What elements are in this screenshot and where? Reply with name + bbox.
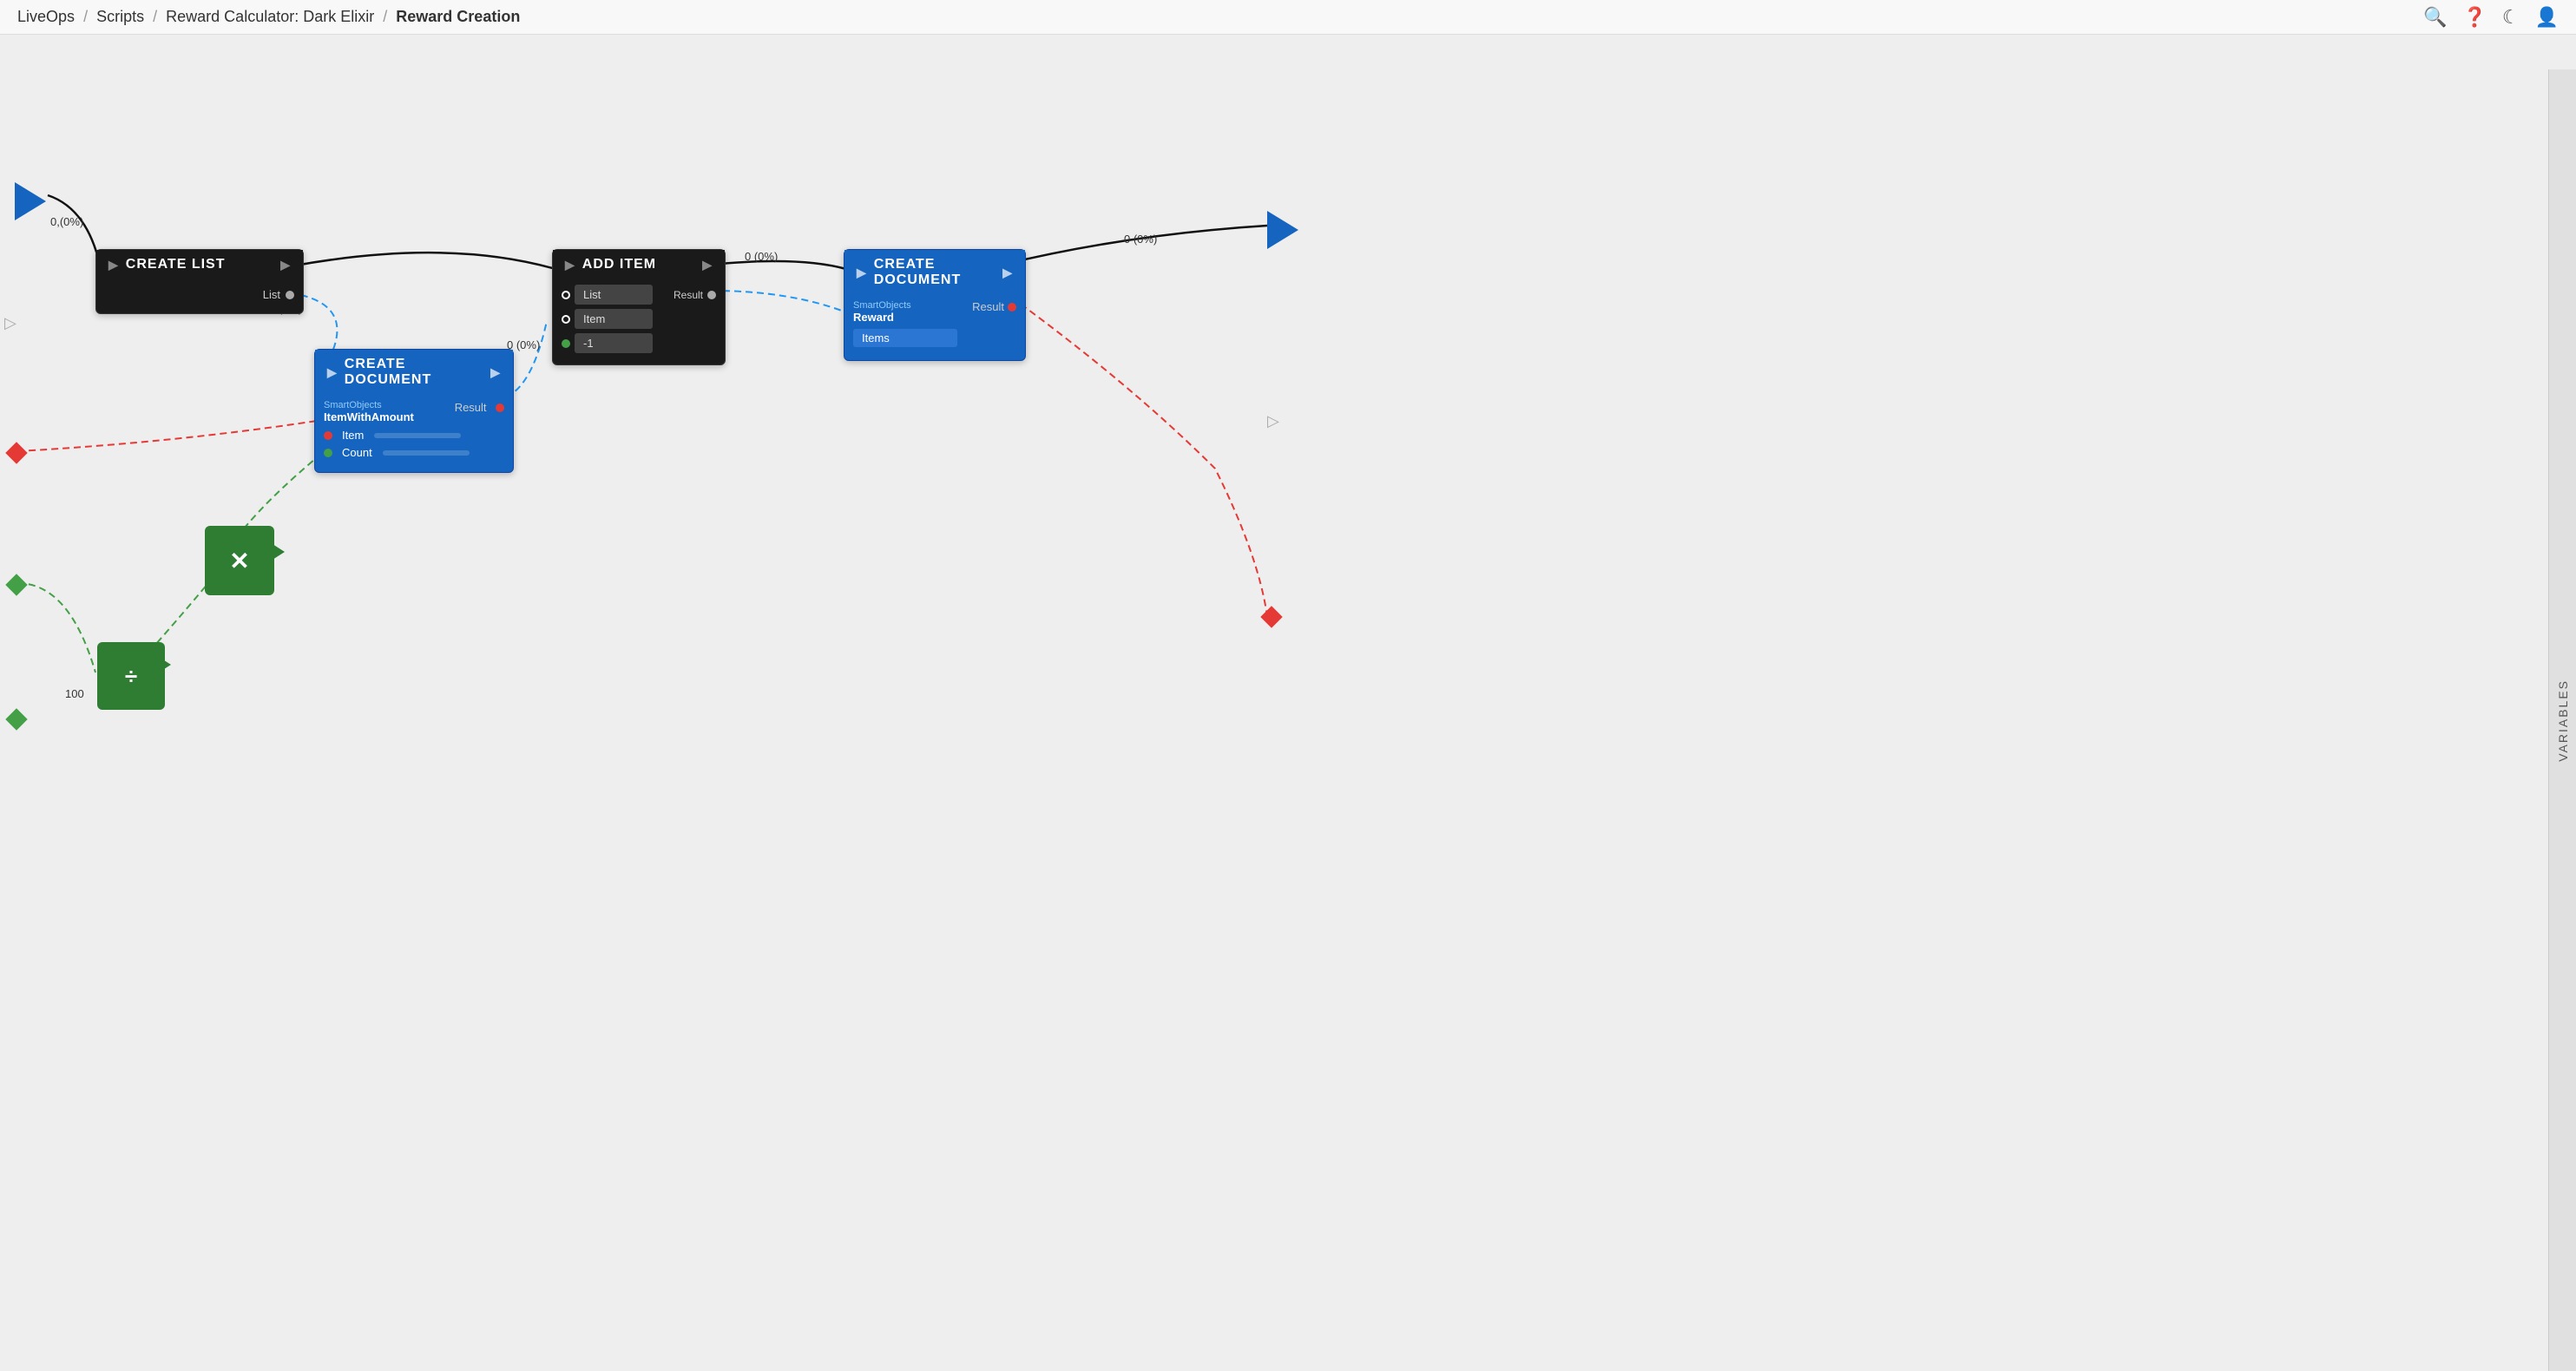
create-doc1-item-row: Item bbox=[324, 429, 504, 442]
end-arrow[interactable] bbox=[1267, 211, 1298, 253]
multiply-out-arrow[interactable] bbox=[260, 536, 285, 567]
add-item-header: ▶ ADD ITEM ▶ bbox=[553, 250, 725, 279]
create-doc1-subtype: ItemWithAmount bbox=[324, 410, 414, 423]
create-doc1-count-port[interactable] bbox=[324, 449, 332, 457]
red-diamond-left[interactable] bbox=[5, 442, 27, 463]
variables-sidebar[interactable]: VARIABLES bbox=[2548, 69, 2576, 1371]
list-output-port[interactable] bbox=[286, 291, 294, 299]
multiply-symbol: ✕ bbox=[229, 547, 249, 575]
create-doc1-count-label: Count bbox=[342, 446, 372, 459]
create-list-title: CREATE LIST bbox=[126, 257, 226, 272]
list-output-label: List bbox=[263, 288, 280, 301]
expand-right-icon[interactable]: ▷ bbox=[1267, 412, 1279, 430]
user-icon[interactable]: 👤 bbox=[2535, 6, 2559, 29]
breadcrumb-reward-calc[interactable]: Reward Calculator: Dark Elixir bbox=[166, 8, 374, 25]
search-icon[interactable]: 🔍 bbox=[2423, 6, 2447, 29]
create-doc1-body: SmartObjects ItemWithAmount Result Item … bbox=[315, 395, 513, 472]
label-doc2-out: 0 (0%) bbox=[1124, 233, 1157, 246]
green-diamond-left[interactable] bbox=[5, 574, 27, 595]
create-doc1-item-port[interactable] bbox=[324, 431, 332, 440]
theme-icon[interactable]: ☾ bbox=[2502, 6, 2520, 29]
create-list-header: ▶ CREATE LIST ▶ bbox=[96, 250, 303, 279]
start-arrow[interactable] bbox=[15, 182, 46, 225]
create-document-2-node[interactable]: ▶ CREATE DOCUMENT ▶ SmartObjects Reward … bbox=[844, 249, 1026, 361]
create-document-1-node[interactable]: ▶ CREATE DOCUMENT ▶ SmartObjects ItemWit… bbox=[314, 349, 514, 473]
create-doc2-result-label: Result bbox=[972, 300, 1004, 313]
create-doc2-items-row: Items bbox=[853, 329, 1016, 347]
label-add-item-out: 0 (0%) bbox=[745, 250, 778, 263]
label-start-count: 0,(0%) bbox=[50, 215, 83, 228]
create-doc1-result-port[interactable] bbox=[496, 403, 504, 412]
add-item-body: List Result Item -1 bbox=[553, 279, 725, 364]
canvas[interactable]: 0,(0%) 0 (0%) 0 (0%) 0 (0%) 0 (0%) 100 ▷… bbox=[0, 35, 2576, 1371]
create-doc2-subtype: Reward bbox=[853, 311, 911, 324]
divide-out-arrow[interactable] bbox=[152, 653, 171, 677]
create-doc1-type: SmartObjects bbox=[324, 400, 414, 410]
create-doc1-result-label: Result bbox=[455, 401, 487, 414]
label-100: 100 bbox=[65, 687, 84, 700]
green-diamond-bottom[interactable] bbox=[5, 708, 27, 730]
breadcrumb: LiveOps / Scripts / Reward Calculator: D… bbox=[17, 8, 520, 26]
breadcrumb-liveops[interactable]: LiveOps bbox=[17, 8, 75, 25]
add-item-list-port[interactable] bbox=[562, 291, 570, 299]
create-list-output: List bbox=[105, 288, 294, 301]
create-list-node[interactable]: ▶ CREATE LIST ▶ List bbox=[95, 249, 304, 314]
create-doc1-count-value[interactable] bbox=[383, 450, 470, 456]
divide-symbol: ÷ bbox=[125, 663, 137, 690]
create-doc2-title: CREATE DOCUMENT bbox=[874, 257, 996, 288]
add-item-list-value[interactable]: List bbox=[575, 285, 653, 305]
breadcrumb-scripts[interactable]: Scripts bbox=[96, 8, 144, 25]
add-item-result-port[interactable] bbox=[707, 291, 716, 299]
expand-left-icon[interactable]: ▷ bbox=[4, 314, 16, 332]
red-diamond-right[interactable] bbox=[1260, 606, 1282, 627]
create-doc2-type: SmartObjects bbox=[853, 300, 911, 311]
create-doc2-body: SmartObjects Reward Result Items bbox=[844, 295, 1025, 360]
create-doc2-result-port[interactable] bbox=[1008, 303, 1016, 312]
create-list-body: List bbox=[96, 279, 303, 313]
add-item-node[interactable]: ▶ ADD ITEM ▶ List Result Item - bbox=[552, 249, 726, 365]
create-doc2-header: ▶ CREATE DOCUMENT ▶ bbox=[844, 250, 1025, 295]
create-doc1-item-label: Item bbox=[342, 429, 364, 442]
header: LiveOps / Scripts / Reward Calculator: D… bbox=[0, 0, 2576, 35]
help-icon[interactable]: ❓ bbox=[2462, 6, 2486, 29]
add-item-title: ADD ITEM bbox=[582, 257, 656, 272]
add-item-result-label: Result bbox=[674, 289, 703, 301]
create-doc2-items-value[interactable]: Items bbox=[853, 329, 957, 347]
header-icons: 🔍 ❓ ☾ 👤 bbox=[2423, 6, 2559, 29]
add-item-item-port[interactable] bbox=[562, 315, 570, 324]
add-item-minus1-value[interactable]: -1 bbox=[575, 333, 653, 353]
create-doc1-item-value[interactable] bbox=[374, 433, 461, 438]
create-doc1-header: ▶ CREATE DOCUMENT ▶ bbox=[315, 350, 513, 395]
breadcrumb-current: Reward Creation bbox=[396, 8, 520, 25]
add-item-minus1-port[interactable] bbox=[562, 339, 570, 348]
add-item-item-value[interactable]: Item bbox=[575, 309, 653, 329]
create-doc1-title: CREATE DOCUMENT bbox=[345, 357, 483, 388]
create-doc1-count-row: Count bbox=[324, 446, 504, 459]
variables-label: VARIABLES bbox=[2556, 679, 2570, 762]
